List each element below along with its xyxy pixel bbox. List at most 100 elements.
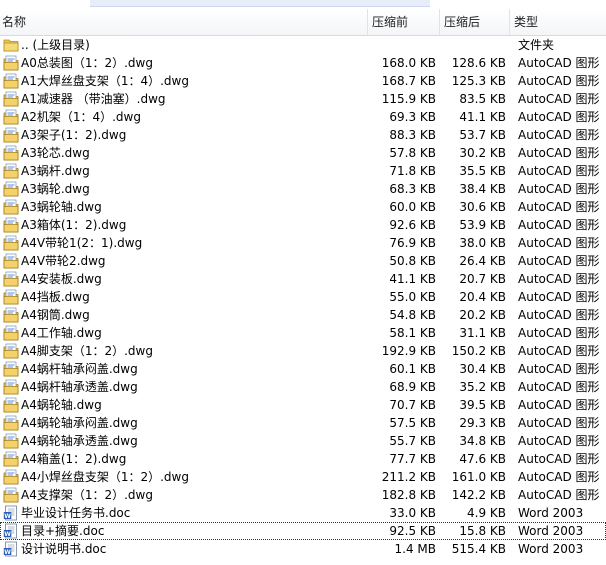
- top-strip: [0, 0, 606, 8]
- size-after: 41.1 KB: [459, 110, 506, 124]
- size-before: 68.3 KB: [389, 182, 436, 196]
- file-name: 设计说明书.doc: [21, 542, 107, 556]
- column-header-type[interactable]: 类型: [510, 9, 606, 35]
- size-before: 54.8 KB: [389, 308, 436, 322]
- file-row[interactable]: A2机架（1：4）.dwg 69.3 KB 41.1 KB AutoCAD 图形: [0, 108, 606, 126]
- size-before: 50.8 KB: [389, 254, 436, 268]
- dwg-file-icon: [3, 451, 19, 467]
- file-row[interactable]: 毕业设计任务书.doc 33.0 KB 4.9 KB Word 2003: [0, 504, 606, 522]
- file-row[interactable]: A4工作轴.dwg 58.1 KB 31.1 KB AutoCAD 图形: [0, 324, 606, 342]
- file-row[interactable]: A4V带轮2.dwg 50.8 KB 26.4 KB AutoCAD 图形: [0, 252, 606, 270]
- file-name: A4V带轮1(2：1).dwg: [21, 236, 143, 250]
- word-file-icon: [3, 505, 19, 521]
- file-type: AutoCAD 图形: [518, 416, 600, 430]
- file-row[interactable]: A4蜗杆轴承透盖.dwg 68.9 KB 35.2 KB AutoCAD 图形: [0, 378, 606, 396]
- file-row[interactable]: A4V带轮1(2：1).dwg 76.9 KB 38.0 KB AutoCAD 图形: [0, 234, 606, 252]
- file-row[interactable]: A4蜗杆轴承闷盖.dwg 60.1 KB 30.4 KB AutoCAD 图形: [0, 360, 606, 378]
- file-row[interactable]: A3箱体(1：2).dwg 92.6 KB 53.9 KB AutoCAD 图形: [0, 216, 606, 234]
- size-after: 31.1 KB: [459, 326, 506, 340]
- file-type: AutoCAD 图形: [518, 128, 600, 142]
- parent-directory-row[interactable]: .. (上级目录) 文件夹: [0, 36, 606, 54]
- file-row[interactable]: A3蜗轮.dwg 68.3 KB 38.4 KB AutoCAD 图形: [0, 180, 606, 198]
- file-type: Word 2003: [518, 524, 584, 538]
- dwg-file-icon: [3, 307, 19, 323]
- size-before: 192.9 KB: [381, 344, 436, 358]
- column-header-size-before[interactable]: 压缩前: [368, 9, 440, 35]
- file-type: AutoCAD 图形: [518, 272, 600, 286]
- dwg-file-icon: [3, 325, 19, 341]
- dwg-file-icon: [3, 487, 19, 503]
- dwg-file-icon: [3, 253, 19, 269]
- folder-up-icon: [3, 37, 19, 53]
- file-type: AutoCAD 图形: [518, 110, 600, 124]
- file-row[interactable]: A4脚支架（1：2）.dwg 192.9 KB 150.2 KB AutoCAD 图形: [0, 342, 606, 360]
- file-name: A4蜗轮轴承闷盖.dwg: [21, 416, 138, 430]
- file-row[interactable]: A4小焊丝盘支架（1：2）.dwg 211.2 KB 161.0 KB AutoCAD…: [0, 468, 606, 486]
- size-before: 168.0 KB: [381, 56, 436, 70]
- file-row[interactable]: A3架子(1：2).dwg 88.3 KB 53.7 KB AutoCAD 图形: [0, 126, 606, 144]
- file-name: A0总装图（1：2）.dwg: [21, 56, 153, 70]
- file-name: A4蜗杆轴承透盖.dwg: [21, 380, 138, 394]
- size-after: 15.8 KB: [459, 524, 506, 538]
- column-header-size-after[interactable]: 压缩后: [440, 9, 510, 35]
- file-name: A4工作轴.dwg: [21, 326, 102, 340]
- size-after: 83.5 KB: [459, 92, 506, 106]
- file-name: A3蜗轮轴.dwg: [21, 200, 102, 214]
- file-type: 文件夹: [518, 38, 555, 52]
- file-row[interactable]: A4蜗轮轴承透盖.dwg 55.7 KB 34.8 KB AutoCAD 图形: [0, 432, 606, 450]
- size-after: 29.3 KB: [459, 416, 506, 430]
- file-row[interactable]: A1大焊丝盘支架（1：4）.dwg 168.7 KB 125.3 KB AutoCAD…: [0, 72, 606, 90]
- file-name: 毕业设计任务书.doc: [21, 506, 131, 520]
- file-row[interactable]: A4安装板.dwg 41.1 KB 20.7 KB AutoCAD 图形: [0, 270, 606, 288]
- dwg-file-icon: [3, 361, 19, 377]
- file-type: AutoCAD 图形: [518, 56, 600, 70]
- file-type: AutoCAD 图形: [518, 146, 600, 160]
- dwg-file-icon: [3, 55, 19, 71]
- file-type: AutoCAD 图形: [518, 344, 600, 358]
- size-after: 38.4 KB: [459, 182, 506, 196]
- size-before: 76.9 KB: [389, 236, 436, 250]
- file-row[interactable]: A4箱盖(1：2).dwg 77.7 KB 47.6 KB AutoCAD 图形: [0, 450, 606, 468]
- size-before: 92.5 KB: [389, 524, 436, 538]
- file-name: A4V带轮2.dwg: [21, 254, 106, 268]
- file-type: AutoCAD 图形: [518, 380, 600, 394]
- dwg-file-icon: [3, 163, 19, 179]
- file-row[interactable]: A4钢筒.dwg 54.8 KB 20.2 KB AutoCAD 图形: [0, 306, 606, 324]
- file-row[interactable]: 设计说明书.doc 1.4 MB 515.4 KB Word 2003: [0, 540, 606, 558]
- column-header: 名称 压缩前 压缩后 类型: [0, 9, 606, 36]
- dwg-file-icon: [3, 397, 19, 413]
- file-type: AutoCAD 图形: [518, 254, 600, 268]
- file-row[interactable]: A4蜗轮轴.dwg 70.7 KB 39.5 KB AutoCAD 图形: [0, 396, 606, 414]
- dwg-file-icon: [3, 271, 19, 287]
- size-before: 182.8 KB: [381, 488, 436, 502]
- file-type: AutoCAD 图形: [518, 308, 600, 322]
- file-name: A4小焊丝盘支架（1：2）.dwg: [21, 470, 189, 484]
- size-after: 30.4 KB: [459, 362, 506, 376]
- file-type: AutoCAD 图形: [518, 92, 600, 106]
- file-type: AutoCAD 图形: [518, 488, 600, 502]
- file-row[interactable]: A3蜗轮轴.dwg 60.0 KB 30.6 KB AutoCAD 图形: [0, 198, 606, 216]
- size-before: 57.8 KB: [389, 146, 436, 160]
- size-after: 20.2 KB: [459, 308, 506, 322]
- file-row[interactable]: 目录+摘要.doc 92.5 KB 15.8 KB Word 2003: [0, 522, 606, 540]
- file-row[interactable]: A4支撑架（1：2）.dwg 182.8 KB 142.2 KB AutoCAD 图形: [0, 486, 606, 504]
- size-after: 26.4 KB: [459, 254, 506, 268]
- file-name: A3架子(1：2).dwg: [21, 128, 127, 142]
- file-row[interactable]: A3轮芯.dwg 57.8 KB 30.2 KB AutoCAD 图形: [0, 144, 606, 162]
- file-name: A4钢筒.dwg: [21, 308, 90, 322]
- size-after: 30.2 KB: [459, 146, 506, 160]
- size-before: 60.1 KB: [389, 362, 436, 376]
- column-header-name[interactable]: 名称: [0, 9, 368, 35]
- file-type: Word 2003: [518, 542, 584, 556]
- size-before: 69.3 KB: [389, 110, 436, 124]
- file-row[interactable]: A4挡板.dwg 55.0 KB 20.4 KB AutoCAD 图形: [0, 288, 606, 306]
- file-row[interactable]: A1减速器 （带油塞）.dwg 115.9 KB 83.5 KB AutoCAD 图形: [0, 90, 606, 108]
- file-row[interactable]: A0总装图（1：2）.dwg 168.0 KB 128.6 KB AutoCAD 图形: [0, 54, 606, 72]
- dwg-file-icon: [3, 469, 19, 485]
- file-row[interactable]: A4蜗轮轴承闷盖.dwg 57.5 KB 29.3 KB AutoCAD 图形: [0, 414, 606, 432]
- size-before: 41.1 KB: [389, 272, 436, 286]
- file-row[interactable]: A3蜗杆.dwg 71.8 KB 35.5 KB AutoCAD 图形: [0, 162, 606, 180]
- file-name: A3箱体(1：2).dwg: [21, 218, 127, 232]
- size-before: 211.2 KB: [381, 470, 436, 484]
- file-name: A4挡板.dwg: [21, 290, 90, 304]
